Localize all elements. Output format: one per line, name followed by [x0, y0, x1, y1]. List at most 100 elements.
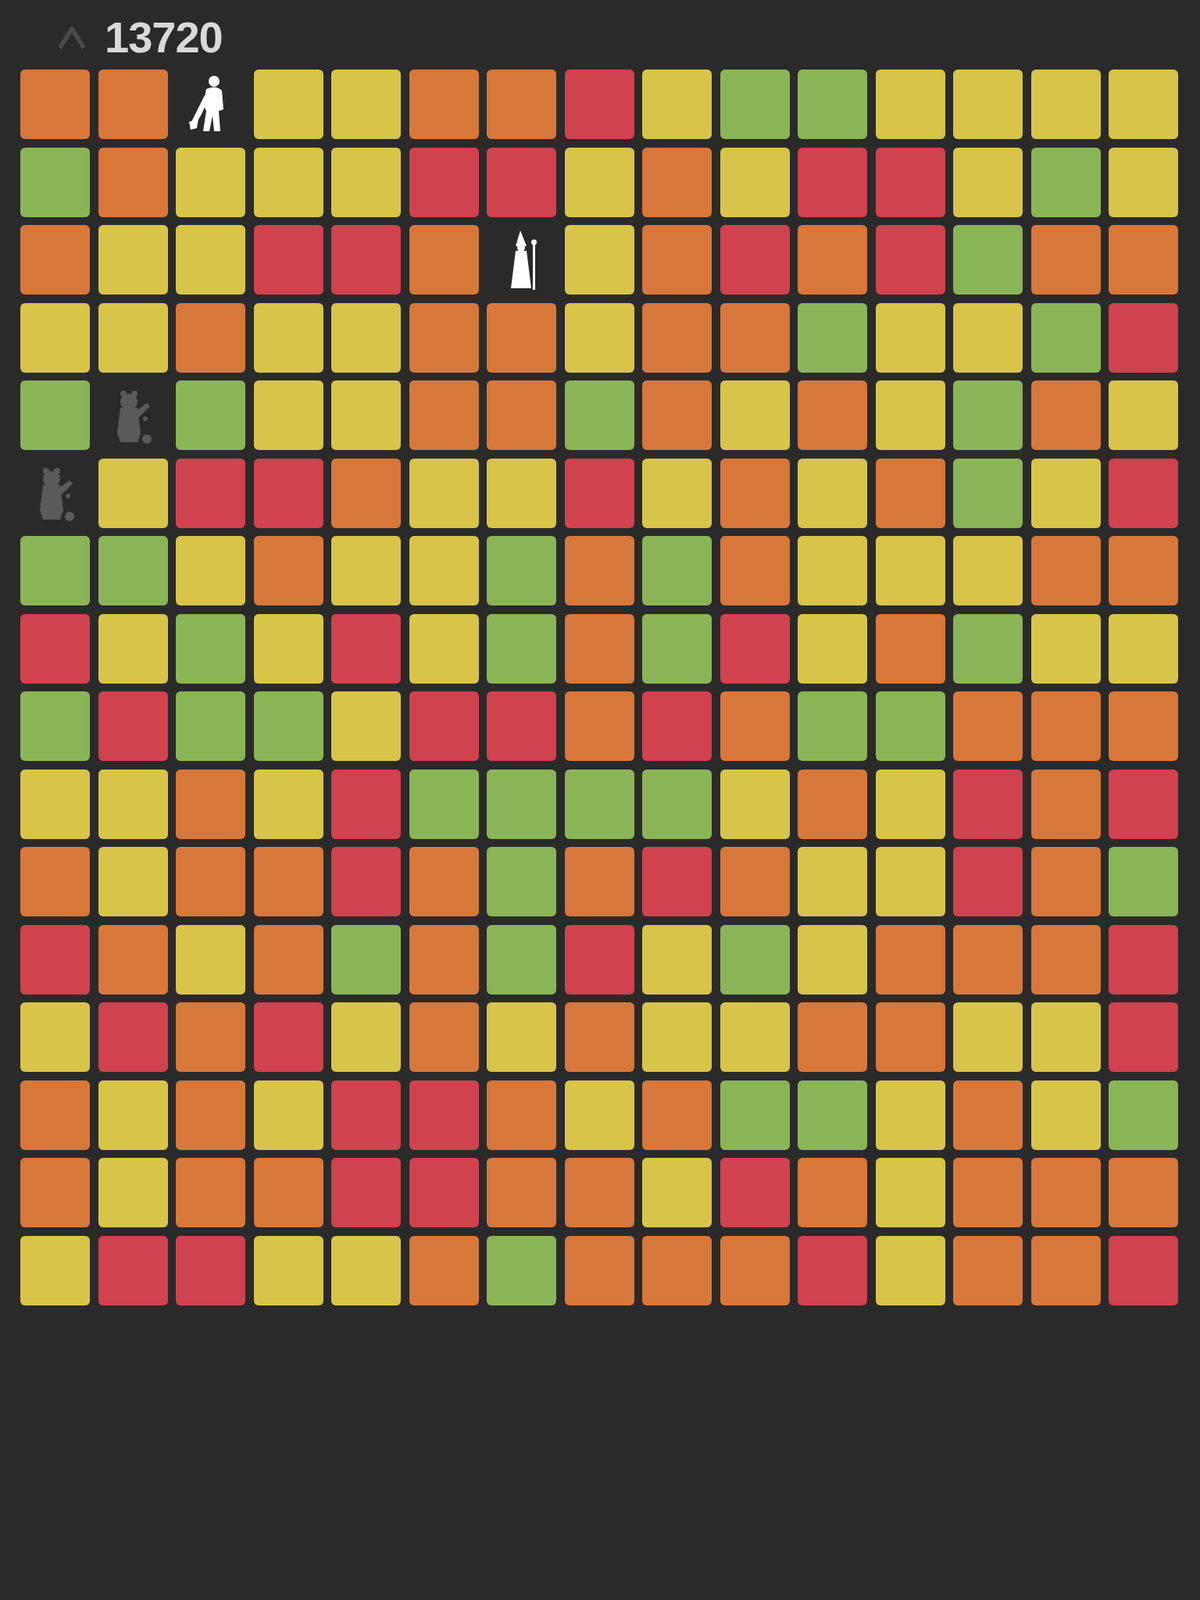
tile[interactable]	[797, 535, 868, 606]
tile[interactable]	[409, 1157, 479, 1228]
tile[interactable]	[720, 925, 790, 995]
tile[interactable]	[1031, 614, 1101, 684]
tile[interactable]	[564, 1002, 635, 1072]
tile[interactable]	[797, 147, 868, 218]
bear-icon[interactable]	[108, 384, 158, 447]
tile[interactable]	[564, 69, 635, 140]
tile[interactable]	[175, 380, 246, 450]
tile[interactable]	[1108, 535, 1179, 606]
tile[interactable]	[409, 846, 479, 917]
tile[interactable]	[486, 535, 557, 606]
tile[interactable]	[564, 458, 635, 529]
tile[interactable]	[953, 1235, 1023, 1306]
tile[interactable]	[98, 846, 168, 917]
tile[interactable]	[98, 225, 168, 295]
tile[interactable]	[1031, 925, 1101, 995]
tile[interactable]	[175, 769, 246, 840]
tile[interactable]	[953, 380, 1023, 450]
tile[interactable]	[564, 1080, 635, 1150]
tile[interactable]	[331, 1002, 401, 1072]
tile[interactable]	[1031, 1157, 1101, 1228]
tile[interactable]	[1108, 69, 1179, 140]
tile[interactable]	[1108, 691, 1179, 761]
tile[interactable]	[409, 1002, 479, 1072]
tile[interactable]	[953, 614, 1023, 684]
tile[interactable]	[797, 458, 868, 529]
tile[interactable]	[331, 225, 401, 295]
tile[interactable]	[642, 769, 712, 840]
tile[interactable]	[875, 1080, 946, 1150]
tile[interactable]	[1108, 380, 1179, 450]
tile[interactable]	[409, 458, 479, 529]
tile[interactable]	[175, 225, 246, 295]
tile[interactable]	[642, 1080, 712, 1150]
tile[interactable]	[797, 691, 868, 761]
tile[interactable]	[98, 691, 168, 761]
tile[interactable]	[875, 380, 946, 450]
tile[interactable]	[1108, 147, 1179, 218]
tile[interactable]	[720, 769, 790, 840]
tile[interactable]	[98, 1002, 168, 1072]
tile[interactable]	[20, 769, 90, 840]
tile[interactable]	[253, 69, 324, 140]
tile[interactable]	[486, 1235, 557, 1306]
tile[interactable]	[1108, 458, 1179, 529]
tile[interactable]	[797, 225, 868, 295]
tile[interactable]	[564, 1157, 635, 1228]
tile[interactable]	[642, 925, 712, 995]
tile[interactable]	[1031, 69, 1101, 140]
tile[interactable]	[331, 535, 401, 606]
tile[interactable]	[1108, 846, 1179, 917]
tile[interactable]	[486, 69, 557, 140]
tile[interactable]	[331, 691, 401, 761]
tile[interactable]	[1108, 1080, 1179, 1150]
tile[interactable]	[953, 846, 1023, 917]
tile[interactable]	[20, 691, 90, 761]
tile[interactable]	[953, 458, 1023, 529]
tile[interactable]	[797, 614, 868, 684]
tile[interactable]	[486, 303, 557, 373]
tile[interactable]	[175, 1002, 246, 1072]
tile[interactable]	[409, 69, 479, 140]
tile[interactable]	[642, 1157, 712, 1228]
wizard-icon[interactable]	[497, 228, 547, 292]
tile[interactable]	[1031, 303, 1101, 373]
tile[interactable]	[1108, 225, 1179, 295]
tile[interactable]	[253, 225, 324, 295]
tile[interactable]	[953, 535, 1023, 606]
tile[interactable]	[486, 458, 557, 529]
tile[interactable]	[1031, 535, 1101, 606]
tile[interactable]	[642, 846, 712, 917]
tile[interactable]	[486, 1157, 557, 1228]
tile[interactable]	[1031, 1080, 1101, 1150]
tile[interactable]	[331, 1157, 401, 1228]
tile[interactable]	[486, 769, 557, 840]
tile[interactable]	[953, 147, 1023, 218]
tile[interactable]	[564, 380, 635, 450]
tile[interactable]	[253, 691, 324, 761]
tile[interactable]	[253, 1080, 324, 1150]
tile[interactable]	[1108, 303, 1179, 373]
tile[interactable]	[875, 691, 946, 761]
tile[interactable]	[486, 1080, 557, 1150]
tile[interactable]	[797, 380, 868, 450]
tile[interactable]	[20, 225, 90, 295]
tile[interactable]	[409, 147, 479, 218]
tile[interactable]	[486, 846, 557, 917]
tile[interactable]	[1031, 1002, 1101, 1072]
tile[interactable]	[486, 1002, 557, 1072]
tile[interactable]	[331, 846, 401, 917]
tile[interactable]	[409, 614, 479, 684]
tile[interactable]	[1108, 1157, 1179, 1228]
tile[interactable]	[875, 1157, 946, 1228]
tile[interactable]	[720, 691, 790, 761]
tile[interactable]	[409, 925, 479, 995]
tile[interactable]	[253, 769, 324, 840]
tile[interactable]	[1031, 147, 1101, 218]
tile[interactable]	[175, 303, 246, 373]
tile[interactable]	[564, 769, 635, 840]
tile[interactable]	[797, 1235, 868, 1306]
tile[interactable]	[953, 1002, 1023, 1072]
tile[interactable]	[875, 225, 946, 295]
tile[interactable]	[720, 1157, 790, 1228]
